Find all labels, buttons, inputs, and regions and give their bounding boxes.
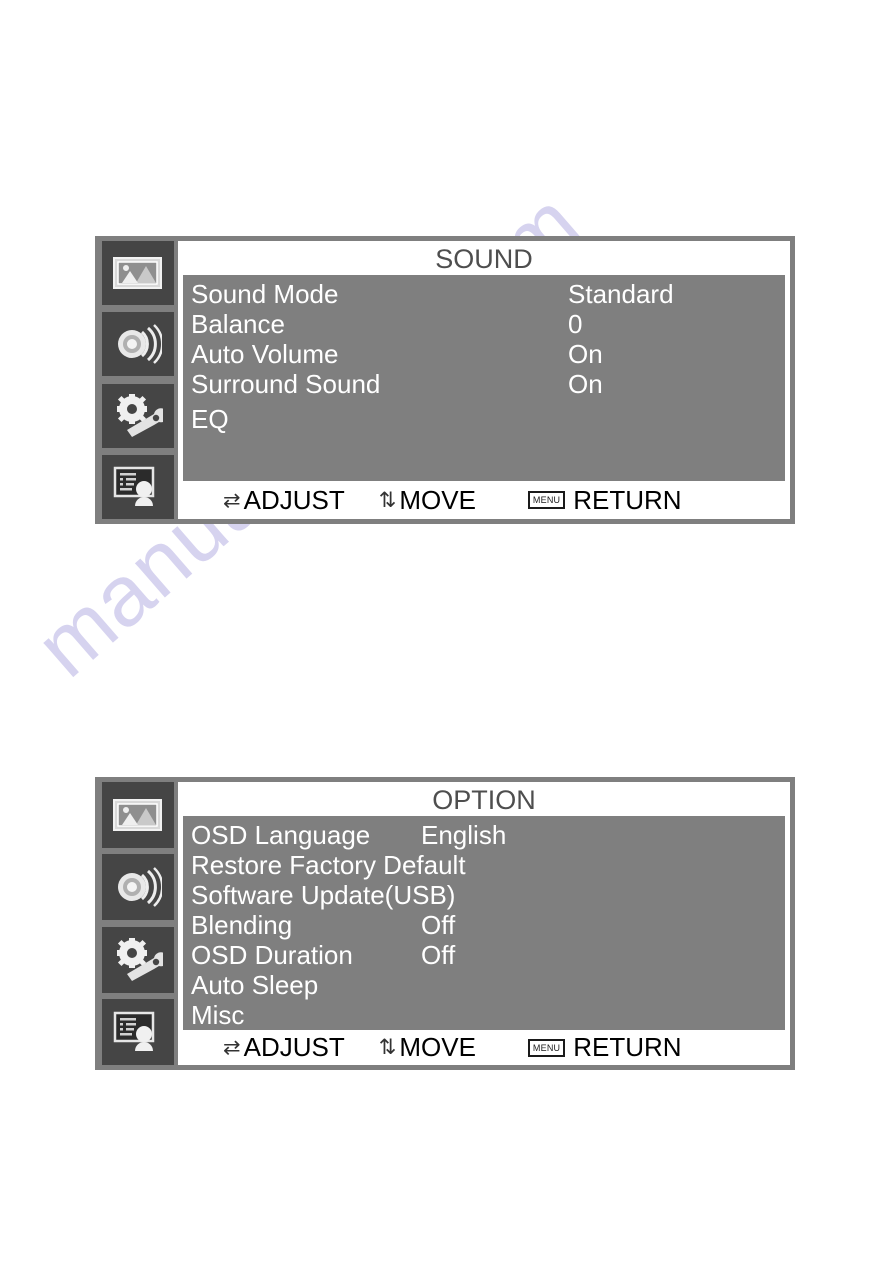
menu-item-label: Auto Volume <box>191 339 339 369</box>
menu-item-label: Misc <box>191 1000 245 1030</box>
settings-gear-wrench-icon <box>113 937 163 982</box>
osd-footer-sound: ⇄ ADJUST ⇅ MOVE MENU RETURN <box>183 481 785 519</box>
menu-item-misc[interactable]: Misc <box>183 1000 785 1030</box>
page-title-option: OPTION <box>183 782 785 816</box>
menu-item-label: EQ <box>191 404 229 434</box>
menu-item-value[interactable]: On <box>568 339 603 369</box>
sound-menu-list: Sound Mode Standard Balance 0 Auto Volum… <box>183 275 785 481</box>
sidebar-item-settings[interactable] <box>102 926 174 993</box>
footer-adjust[interactable]: ⇄ ADJUST <box>223 1032 345 1063</box>
option-osd-panel: OPTION OSD Language English Restore Fact… <box>95 777 795 1070</box>
menu-item-auto-sleep[interactable]: Auto Sleep <box>183 970 785 1000</box>
footer-return[interactable]: MENU RETURN <box>527 484 682 516</box>
menu-item-label: OSD Language <box>191 820 371 850</box>
menu-item-surround-sound[interactable]: Surround Sound On <box>183 369 785 399</box>
menu-item-eq[interactable]: EQ <box>183 404 785 434</box>
footer-return[interactable]: MENU RETURN <box>527 1032 682 1063</box>
sound-icon <box>114 323 162 365</box>
sound-icon <box>114 866 162 908</box>
menu-item-value[interactable]: Standard <box>568 279 674 309</box>
sound-menu-panel: SOUND Sound Mode Standard Balance 0 Auto… <box>178 241 790 519</box>
menu-item-label: Restore Factory Default <box>191 850 466 880</box>
menu-item-restore-factory-default[interactable]: Restore Factory Default <box>183 850 785 880</box>
menu-item-software-update-usb[interactable]: Software Update(USB) <box>183 880 785 910</box>
menu-item-label: Auto Sleep <box>191 970 319 1000</box>
footer-return-label: RETURN <box>573 1032 682 1062</box>
move-arrows-icon: ⇅ <box>378 488 397 512</box>
footer-return-label: RETURN <box>573 484 682 515</box>
option-monitor-person-icon <box>113 1011 163 1053</box>
sidebar-item-picture[interactable] <box>102 782 174 848</box>
menu-item-value[interactable]: On <box>568 369 603 399</box>
menu-item-blending[interactable]: Blending Off <box>183 910 785 940</box>
osd-sidebar-sound <box>100 241 178 519</box>
footer-adjust-label: ADJUST <box>243 1032 345 1062</box>
sound-osd-panel: SOUND Sound Mode Standard Balance 0 Auto… <box>95 236 795 524</box>
footer-adjust-label: ADJUST <box>243 484 345 515</box>
settings-gear-wrench-icon <box>113 393 163 438</box>
menu-key-icon[interactable]: MENU <box>527 1038 566 1057</box>
move-arrows-icon: ⇅ <box>378 1036 397 1059</box>
footer-move-label: MOVE <box>399 1032 476 1062</box>
menu-item-label: Software Update(USB) <box>191 880 456 910</box>
sidebar-item-settings[interactable] <box>102 383 174 448</box>
sidebar-item-sound[interactable] <box>102 312 174 377</box>
menu-item-sound-mode[interactable]: Sound Mode Standard <box>183 279 785 309</box>
menu-item-value[interactable]: Off <box>421 940 455 970</box>
menu-item-label: OSD Duration <box>191 940 353 970</box>
sidebar-item-option[interactable] <box>102 998 174 1065</box>
footer-adjust[interactable]: ⇄ ADJUST <box>223 485 345 516</box>
menu-item-label: Sound Mode <box>191 279 339 309</box>
sidebar-item-sound[interactable] <box>102 854 174 921</box>
menu-item-label: Blending <box>191 910 293 940</box>
adjust-arrows-icon: ⇄ <box>223 1036 241 1059</box>
footer-move-label: MOVE <box>399 484 476 515</box>
osd-footer-option: ⇄ ADJUST ⇅ MOVE MENU RETURN <box>183 1030 785 1065</box>
sidebar-item-picture[interactable] <box>102 241 174 305</box>
menu-key-icon[interactable]: MENU <box>527 491 566 509</box>
menu-item-balance[interactable]: Balance 0 <box>183 309 785 339</box>
picture-icon <box>112 797 164 833</box>
adjust-arrows-icon: ⇄ <box>223 488 241 512</box>
menu-item-value[interactable]: Off <box>421 910 455 940</box>
option-monitor-person-icon <box>113 466 163 508</box>
menu-item-osd-language[interactable]: OSD Language English <box>183 820 785 850</box>
menu-item-label: Balance <box>191 309 285 339</box>
osd-sidebar-option <box>100 782 178 1065</box>
picture-icon <box>112 255 164 291</box>
menu-item-auto-volume[interactable]: Auto Volume On <box>183 339 785 369</box>
menu-item-label: Surround Sound <box>191 369 381 399</box>
sidebar-item-option[interactable] <box>102 454 174 519</box>
menu-item-value[interactable]: 0 <box>568 309 582 339</box>
option-menu-panel: OPTION OSD Language English Restore Fact… <box>178 782 790 1065</box>
option-menu-list: OSD Language English Restore Factory Def… <box>183 816 785 1030</box>
footer-move[interactable]: ⇅ MOVE <box>379 485 476 516</box>
menu-item-osd-duration[interactable]: OSD Duration Off <box>183 940 785 970</box>
menu-item-value[interactable]: English <box>421 820 506 850</box>
footer-move[interactable]: ⇅ MOVE <box>379 1032 476 1063</box>
page-title-sound: SOUND <box>183 241 785 275</box>
